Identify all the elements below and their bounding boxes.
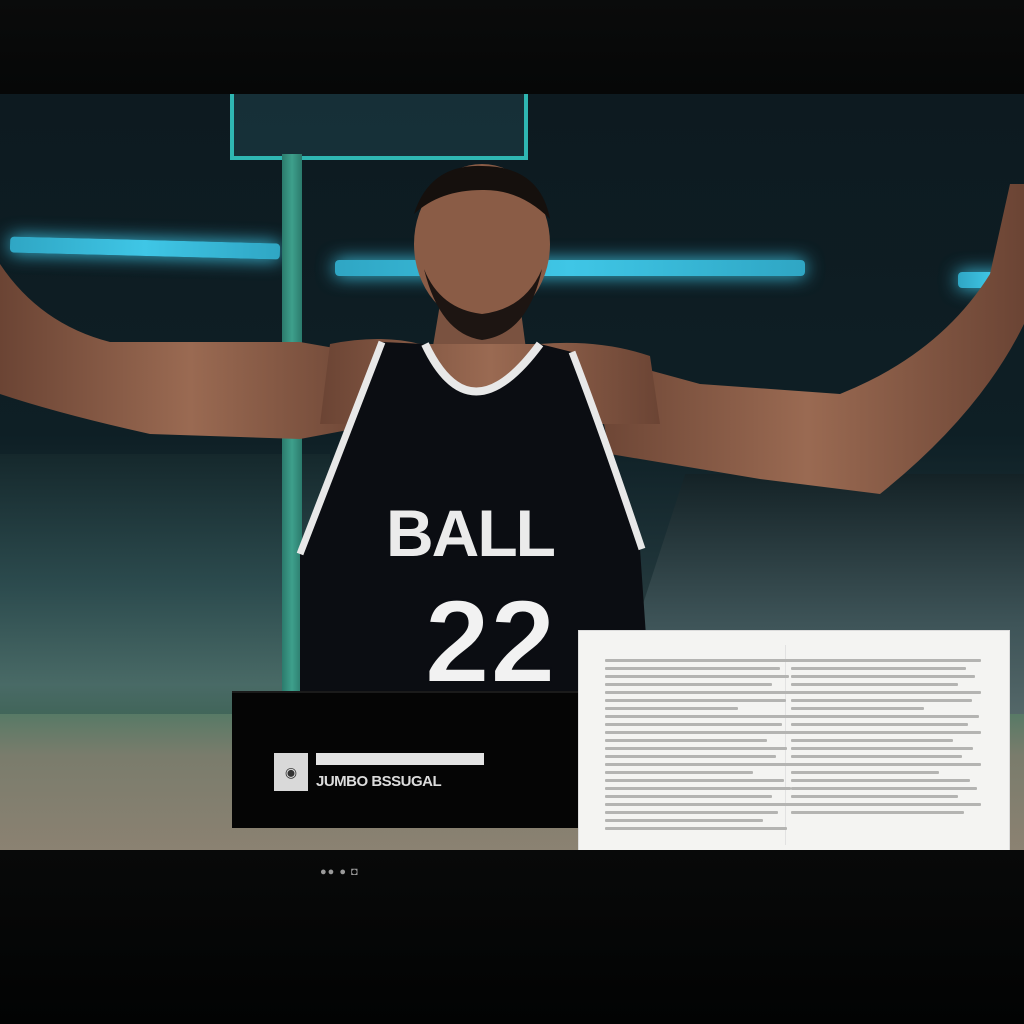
doc-text-line bbox=[791, 715, 980, 718]
doc-text-line bbox=[791, 811, 964, 814]
doc-text-line bbox=[791, 667, 966, 670]
doc-text-line bbox=[605, 683, 773, 686]
player-right-arm bbox=[590, 184, 1024, 494]
doc-text-line bbox=[605, 667, 780, 670]
doc-text-line bbox=[605, 827, 788, 830]
doc-text-line bbox=[605, 699, 786, 702]
doc-text-line bbox=[791, 707, 924, 710]
document-overlay-panel[interactable] bbox=[578, 630, 1010, 850]
doc-text-line bbox=[605, 811, 778, 814]
doc-text-line bbox=[791, 795, 959, 798]
doc-text-line bbox=[791, 803, 981, 806]
doc-text-line bbox=[605, 659, 795, 662]
doc-text-line bbox=[605, 763, 795, 766]
doc-text-line bbox=[791, 763, 981, 766]
doc-text-line bbox=[791, 659, 981, 662]
doc-text-line bbox=[605, 691, 795, 694]
doc-column-right bbox=[791, 659, 981, 819]
doc-column-left bbox=[605, 659, 795, 835]
doc-text-line bbox=[791, 771, 940, 774]
doc-text-line bbox=[605, 771, 754, 774]
jersey-number: 22 bbox=[424, 576, 555, 708]
doc-text-line bbox=[791, 731, 981, 734]
doc-text-line bbox=[605, 707, 738, 710]
doc-text-line bbox=[605, 723, 782, 726]
caption-title-bar bbox=[316, 753, 484, 765]
caption-thumbnail-icon: ◉ bbox=[274, 753, 308, 791]
doc-text-line bbox=[605, 755, 776, 758]
caption-text: JUMBO BSSUGAL bbox=[316, 773, 442, 790]
doc-text-line bbox=[605, 715, 794, 718]
status-indicators: ●● ● ◘ bbox=[320, 866, 359, 878]
tv-screen-frame: BALL 22 ◉ JUMBO BSSUGAL ●● ● ◘ bbox=[0, 0, 1024, 1024]
jersey-text: BALL bbox=[386, 496, 555, 570]
doc-text-line bbox=[605, 731, 795, 734]
doc-text-line bbox=[791, 779, 970, 782]
video-player[interactable]: BALL 22 ◉ JUMBO BSSUGAL bbox=[0, 94, 1024, 850]
doc-text-line bbox=[605, 803, 795, 806]
video-caption-overlay: ◉ JUMBO BSSUGAL bbox=[232, 691, 579, 828]
doc-text-line bbox=[791, 747, 974, 750]
doc-text-line bbox=[791, 683, 959, 686]
doc-text-line bbox=[605, 675, 790, 678]
doc-text-line bbox=[791, 675, 976, 678]
doc-text-line bbox=[791, 699, 972, 702]
doc-text-line bbox=[791, 691, 981, 694]
doc-text-line bbox=[605, 779, 784, 782]
doc-text-line bbox=[791, 787, 978, 790]
doc-text-line bbox=[791, 739, 953, 742]
doc-text-line bbox=[605, 795, 773, 798]
doc-text-line bbox=[791, 723, 968, 726]
doc-text-line bbox=[605, 819, 763, 822]
doc-text-line bbox=[605, 787, 792, 790]
doc-text-line bbox=[791, 755, 962, 758]
doc-text-line bbox=[605, 739, 767, 742]
tv-bottom-bezel bbox=[0, 850, 1024, 1024]
doc-text-line bbox=[605, 747, 788, 750]
